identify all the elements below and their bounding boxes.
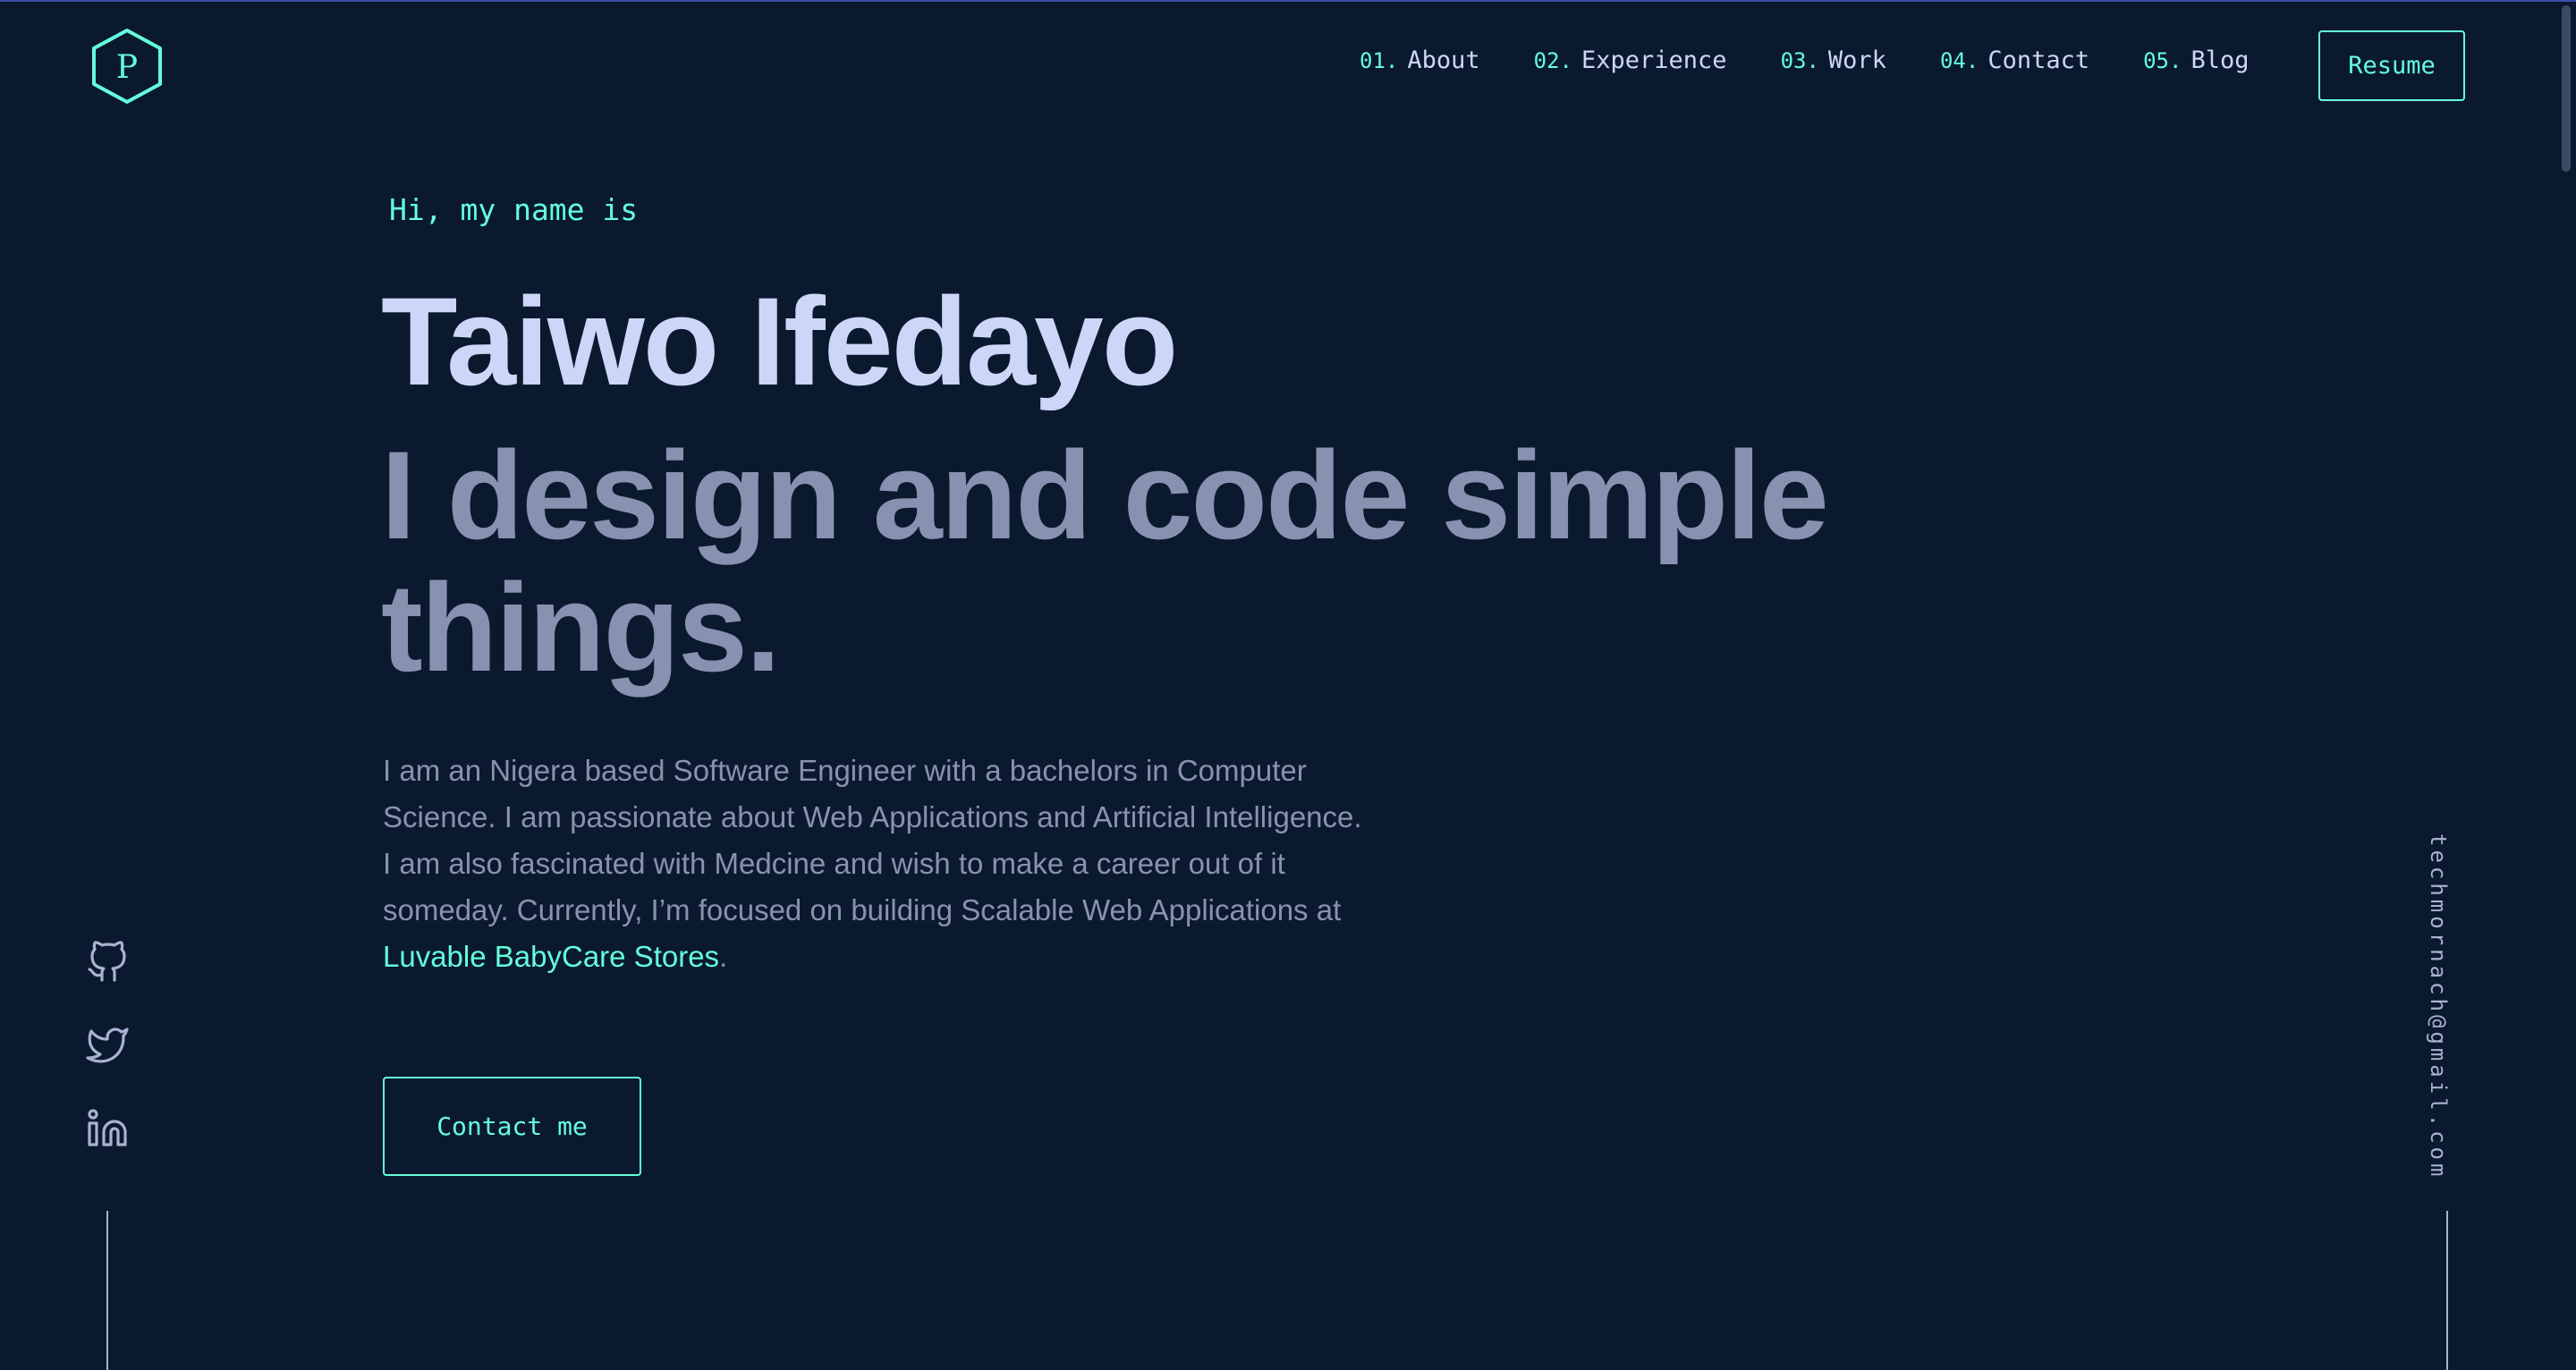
email-link[interactable]: techmornach@gmail.com bbox=[2426, 833, 2451, 1180]
left-vertical-line bbox=[106, 1211, 108, 1370]
github-icon[interactable] bbox=[86, 941, 129, 984]
nav-label: Experience bbox=[1581, 47, 1727, 74]
scrollbar-thumb[interactable] bbox=[2562, 5, 2571, 172]
nav-label: About bbox=[1407, 47, 1480, 74]
nav-number: 05. bbox=[2143, 48, 2182, 73]
bio-end: . bbox=[719, 940, 728, 973]
nav-label: Blog bbox=[2190, 47, 2250, 74]
logo-letter: P bbox=[116, 49, 138, 86]
main-nav: 01. About 02. Experience 03. Work 04. Co… bbox=[1360, 47, 2303, 74]
resume-button[interactable]: Resume bbox=[2318, 30, 2465, 101]
nav-item-about[interactable]: 01. About bbox=[1360, 47, 1480, 74]
nav-item-blog[interactable]: 05. Blog bbox=[2143, 47, 2249, 74]
nav-label: Work bbox=[1827, 47, 1886, 74]
nav-item-contact[interactable]: 04. Contact bbox=[1940, 47, 2089, 74]
bio-text: I am an Nigera based Software Engineer w… bbox=[383, 754, 1362, 926]
company-link[interactable]: Luvable BabyCare Stores bbox=[383, 940, 719, 973]
hexagon-logo-icon[interactable]: P bbox=[89, 27, 165, 106]
nav-number: 03. bbox=[1780, 48, 1819, 73]
nav-number: 02. bbox=[1533, 48, 1572, 73]
page: P 01. About 02. Experience 03. Work 04. … bbox=[0, 0, 2576, 1370]
contact-me-button[interactable]: Contact me bbox=[383, 1077, 641, 1176]
nav-number: 01. bbox=[1360, 48, 1399, 73]
hero-greeting: Hi, my name is bbox=[389, 192, 639, 227]
hero-tagline: I design and code simple things. bbox=[381, 425, 1829, 698]
hero-bio: I am an Nigera based Software Engineer w… bbox=[383, 748, 1376, 980]
right-vertical-line bbox=[2446, 1211, 2448, 1370]
linkedin-icon[interactable] bbox=[86, 1107, 129, 1150]
social-links bbox=[86, 941, 131, 1190]
nav-item-work[interactable]: 03. Work bbox=[1781, 47, 1886, 74]
twitter-icon[interactable] bbox=[86, 1024, 129, 1067]
nav-label: Contact bbox=[1987, 47, 2090, 74]
nav-item-experience[interactable]: 02. Experience bbox=[1534, 47, 1727, 74]
nav-number: 04. bbox=[1939, 48, 1979, 73]
hero-name: Taiwo Ifedayo bbox=[381, 271, 1178, 411]
